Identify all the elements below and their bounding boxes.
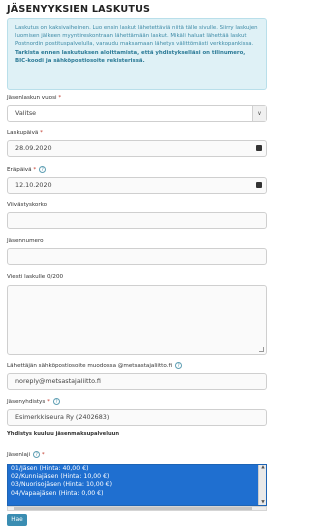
scroll-up-icon[interactable]: ▲ [260, 465, 266, 470]
membership-option[interactable]: 03/Nuorisojäsen (Hinta: 10,00 €) [8, 481, 266, 489]
membership-option[interactable]: 01/Jäsen (Hinta: 40,00 €) [8, 465, 266, 473]
resize-handle-icon[interactable] [259, 347, 264, 352]
calendar-icon[interactable] [256, 182, 262, 188]
message-label: Viesti laskulle 0/200 [7, 274, 64, 280]
invoice-date-value: 28.09.2020 [15, 144, 52, 152]
membership-option[interactable]: 02/Kunniajäsen (Hinta: 10,00 €) [8, 473, 266, 481]
invoicing-page: JÄSENYYKSIEN LASKUTUS Laskutus on kaksiv… [0, 0, 273, 526]
membership-label: Jäsenlaji? * [7, 451, 45, 458]
due-date-field[interactable]: 12.10.2020 [7, 177, 267, 194]
year-select-value: Valitse [15, 109, 37, 117]
info-text: Laskutus on kaksivaiheinen. Luo ensin la… [15, 25, 258, 48]
message-textarea[interactable] [7, 285, 267, 355]
info-alert: Laskutus on kaksivaiheinen. Luo ensin la… [7, 18, 267, 90]
question-circle-icon[interactable]: ? [52, 398, 60, 405]
scroll-down-icon[interactable]: ▼ [260, 500, 266, 505]
invoice-date-field[interactable]: 28.09.2020 [7, 140, 267, 157]
due-date-value: 12.10.2020 [15, 181, 52, 189]
membership-option[interactable]: 04/Vapaajäsen (Hinta: 0,00 €) [8, 490, 266, 498]
invoice-date-label: Laskupäivä * [7, 130, 43, 136]
horizontal-scrollbar[interactable] [7, 506, 267, 511]
listbox-scrollbar[interactable]: ▲ ▼ [258, 465, 266, 505]
search-button[interactable]: Hae [7, 514, 27, 526]
page-title: JÄSENYYKSIEN LASKUTUS [7, 4, 151, 15]
year-label: Jäsenlaskun vuosi * [7, 95, 62, 101]
question-circle-icon[interactable]: ? [33, 451, 41, 458]
scrollbar-thumb[interactable] [14, 507, 252, 510]
association-field[interactable]: Esimerkkiseura Ry (2402683) [7, 409, 267, 426]
sender-email-label: Lähettäjän sähköpostiosoite muodossa @me… [7, 362, 182, 369]
service-note: Yhdistys kuuluu jäsenmaksupalveluun [7, 431, 120, 437]
member-number-field[interactable] [7, 248, 267, 265]
sender-email-field[interactable]: noreply@metsastajaliitto.fi [7, 373, 267, 390]
sender-email-value: noreply@metsastajaliitto.fi [15, 377, 101, 385]
info-strong-text: Tarkista ennen laskutuksen aloittamista,… [15, 49, 246, 64]
year-select[interactable]: Valitse ∨ [7, 105, 267, 122]
association-label: Jäsenyhdistys *? [7, 398, 60, 405]
question-circle-icon[interactable]: ? [175, 362, 182, 369]
delay-interest-label: Viivästyskorko [7, 202, 48, 208]
due-date-label: Eräpäivä *? [7, 166, 47, 173]
chevron-down-icon[interactable]: ∨ [252, 106, 266, 121]
membership-listbox[interactable]: 01/Jäsen (Hinta: 40,00 €) 02/Kunniajäsen… [7, 464, 267, 506]
calendar-icon[interactable] [256, 145, 262, 151]
member-number-label: Jäsennumero [7, 238, 44, 244]
association-value: Esimerkkiseura Ry (2402683) [15, 413, 110, 421]
delay-interest-field[interactable] [7, 212, 267, 229]
question-circle-icon[interactable]: ? [39, 166, 47, 173]
